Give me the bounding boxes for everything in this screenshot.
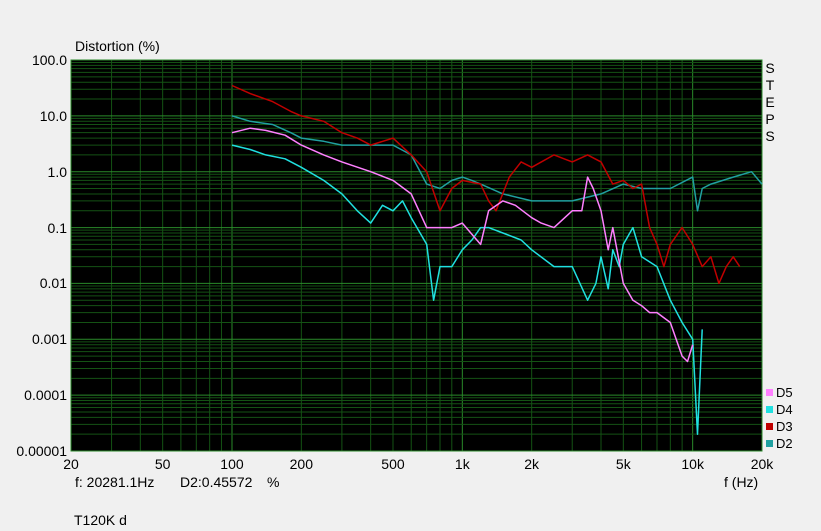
x-tick-label: 10k bbox=[681, 456, 704, 472]
x-tick-label: 20 bbox=[63, 456, 79, 472]
x-tick-label: 5k bbox=[615, 456, 631, 472]
x-axis-title: f (Hz) bbox=[724, 474, 759, 490]
x-tick-label: 500 bbox=[381, 456, 405, 472]
legend-label: D4 bbox=[776, 402, 793, 417]
steps-letter: E bbox=[765, 94, 775, 110]
x-tick-label: 100 bbox=[220, 456, 244, 472]
x-tick-label: 20k bbox=[750, 456, 774, 472]
cursor-unit: % bbox=[267, 474, 280, 490]
x-tick-label: 1k bbox=[454, 456, 470, 472]
legend-item-d3: D3 bbox=[766, 420, 793, 433]
cursor-value-readout: D2:0.45572 bbox=[180, 474, 253, 490]
x-tick-label: 2k bbox=[524, 456, 540, 472]
legend-swatch bbox=[766, 389, 773, 396]
y-tick-label: 0.01 bbox=[39, 275, 67, 292]
steps-label[interactable]: STEPS bbox=[764, 60, 776, 145]
legend-swatch bbox=[766, 423, 773, 430]
legend-label: D5 bbox=[776, 385, 793, 400]
y-tick-label: 100.0 bbox=[31, 52, 67, 68]
legend-item-d5: D5 bbox=[766, 386, 793, 399]
chart-caption: T120K d bbox=[74, 512, 127, 528]
legend-swatch bbox=[766, 440, 773, 447]
y-tick-label: 0.00001 bbox=[16, 443, 67, 459]
distortion-chart bbox=[70, 59, 763, 452]
x-tick-label: 200 bbox=[289, 456, 314, 472]
y-tick-label: 0.0001 bbox=[24, 387, 67, 404]
y-tick-label: 1.0 bbox=[47, 163, 67, 180]
y-tick-label: 0.001 bbox=[31, 331, 67, 348]
legend-label: D2 bbox=[776, 436, 793, 451]
y-tick-label: 0.1 bbox=[47, 219, 67, 236]
steps-letter: T bbox=[765, 77, 775, 93]
x-tick-label: 50 bbox=[154, 456, 171, 472]
legend-item-d4: D4 bbox=[766, 403, 793, 416]
legend-swatch bbox=[766, 406, 773, 413]
cursor-frequency-readout: f: 20281.1Hz bbox=[75, 474, 155, 490]
steps-letter: P bbox=[765, 111, 775, 127]
steps-letter: S bbox=[765, 60, 775, 76]
y-axis-title: Distortion (%) bbox=[75, 38, 160, 54]
steps-letter: S bbox=[765, 128, 775, 144]
legend-item-d2: D2 bbox=[766, 437, 793, 450]
legend-label: D3 bbox=[776, 419, 793, 434]
y-tick-label: 10.0 bbox=[39, 107, 67, 124]
